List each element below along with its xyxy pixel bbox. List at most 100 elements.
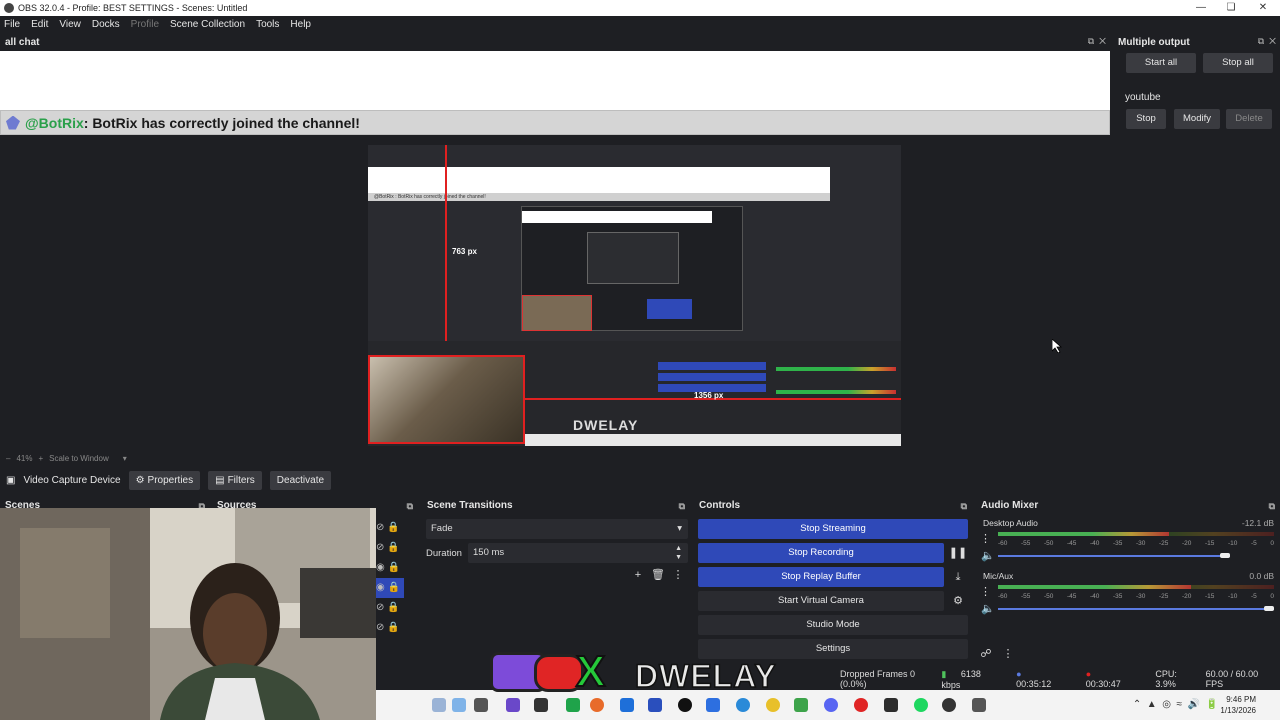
discord-icon[interactable]	[824, 698, 838, 712]
speaker-icon[interactable]: 🔈	[980, 546, 996, 566]
filters-button[interactable]: ▤ Filters	[208, 470, 262, 490]
taskbar-clock[interactable]: 9:46 PM 1/13/2026	[1220, 694, 1256, 716]
output-modify-button[interactable]: Modify	[1174, 109, 1220, 129]
preview-chat-message: @BotRix : BotRix has correctly joined th…	[368, 193, 830, 201]
app-icon[interactable]	[534, 698, 548, 712]
chrome-icon[interactable]	[766, 698, 780, 712]
zoom-in-icon[interactable]: +	[38, 454, 43, 463]
volume-knob[interactable]	[1264, 606, 1274, 611]
close-icon[interactable]: ✕	[1248, 0, 1278, 16]
preview-canvas[interactable]: @BotRix : BotRix has correctly joined th…	[368, 145, 901, 446]
start-all-button[interactable]: Start all	[1126, 53, 1196, 73]
speaker-icon[interactable]: 🔈	[980, 599, 996, 619]
bitrate: ▮ 6138 kbps	[941, 668, 981, 690]
app-icon[interactable]	[972, 698, 986, 712]
menu-view[interactable]: View	[59, 19, 81, 30]
output-stop-button[interactable]: Stop	[1126, 109, 1166, 129]
menu-tools[interactable]: Tools	[256, 19, 279, 30]
firefox-icon[interactable]	[590, 698, 604, 712]
spotify-icon[interactable]	[914, 698, 928, 712]
audio-level-meter	[998, 585, 1192, 589]
app-icon[interactable]	[506, 698, 520, 712]
preview-meter	[776, 390, 896, 394]
transition-select[interactable]: Fade ▾	[426, 519, 688, 539]
app-icon[interactable]	[794, 698, 808, 712]
zoom-out-icon[interactable]: –	[6, 454, 10, 463]
properties-button[interactable]: ⚙ Properties	[128, 470, 201, 490]
volume-slider[interactable]	[998, 608, 1274, 610]
scene-transitions-dock: Scene Transitions ⧉ Fade ▾ Duration 150 m…	[422, 498, 690, 670]
deactivate-button[interactable]: Deactivate	[269, 470, 332, 490]
multiple-output-controls[interactable]: ⧉ ✕	[1258, 36, 1276, 47]
spinner-icon[interactable]: ▲ ▼	[675, 544, 682, 562]
bot-badge-icon	[6, 115, 20, 130]
x-logo-icon: X	[575, 647, 606, 697]
menu-file[interactable]: File	[4, 19, 20, 30]
app-icon[interactable]	[566, 698, 580, 712]
preview-overlay-logo: DWELAY	[573, 417, 639, 433]
obs-taskbar-icon[interactable]	[942, 698, 956, 712]
window-title: OBS 32.0.4 - Profile: BEST SETTINGS - Sc…	[18, 3, 248, 13]
preview-webcam-source[interactable]	[368, 355, 525, 444]
start-virtual-camera-button[interactable]: Start Virtual Camera	[698, 591, 944, 611]
app-icon[interactable]	[648, 698, 662, 712]
mixer-link-icon[interactable]: ☍	[976, 644, 996, 664]
zoom-mode[interactable]: Scale to Window	[49, 454, 109, 463]
menu-help[interactable]: Help	[290, 19, 311, 30]
duration-input[interactable]: 150 ms ▲ ▼	[468, 543, 688, 563]
chat-dock-controls[interactable]: ⧉ ✕	[1088, 36, 1106, 47]
status-bar: Dropped Frames 0 (0.0%) ▮ 6138 kbps ● 00…	[840, 669, 1280, 690]
output-delete-button[interactable]: Delete	[1226, 109, 1272, 129]
add-transition-icon[interactable]: +	[628, 565, 648, 585]
app-icon[interactable]	[474, 698, 488, 712]
gear-icon[interactable]: ⚙	[948, 591, 968, 611]
menu-scene-collection[interactable]: Scene Collection	[170, 19, 245, 30]
app-icon[interactable]	[884, 698, 898, 712]
restore-icon[interactable]: ❏	[1216, 0, 1246, 16]
eye-hidden-icon[interactable]: ⊘ 🔒	[376, 598, 404, 618]
eye-icon[interactable]: ◉ 🔒	[376, 558, 404, 578]
audio-level-meter	[998, 532, 1170, 536]
dropbox-icon[interactable]	[706, 698, 720, 712]
studio-mode-button[interactable]: Studio Mode	[698, 615, 968, 635]
zoom-dropdown-icon[interactable]: ▾	[123, 454, 127, 463]
controls-title: Controls ⧉	[699, 500, 967, 511]
app-icon[interactable]	[620, 698, 634, 712]
mixer-menu-icon[interactable]: ⋮	[998, 644, 1018, 664]
trash-icon[interactable]: 🗑	[648, 565, 668, 585]
file-explorer-icon[interactable]	[432, 698, 446, 712]
eye-hidden-icon[interactable]: ⊘ 🔒	[376, 618, 404, 638]
eye-icon[interactable]: ◉ 🔒	[376, 578, 404, 598]
system-tray[interactable]: ⌃ ▲ ◎ ≈ 🔊 🔋	[1133, 690, 1218, 720]
record-time: ● 00:30:47	[1085, 669, 1121, 689]
preview-meter	[776, 367, 896, 371]
volume-knob[interactable]	[1219, 553, 1230, 558]
edge-icon[interactable]	[736, 698, 750, 712]
tiktok-icon[interactable]	[678, 698, 692, 712]
zoom-level: 41%	[16, 453, 33, 463]
signal-icon: ▮	[941, 668, 947, 679]
streamer-name: DWELAY	[634, 657, 777, 695]
chat-browser-area	[0, 51, 1110, 110]
app-icon[interactable]	[452, 698, 466, 712]
menu-bar: File Edit View Docks Profile Scene Colle…	[0, 16, 1280, 33]
opera-icon[interactable]	[854, 698, 868, 712]
menu-profile[interactable]: Profile	[131, 19, 159, 30]
eye-hidden-icon[interactable]: ⊘ 🔒	[376, 538, 404, 558]
pause-icon[interactable]: ❚❚	[948, 543, 968, 563]
save-replay-icon[interactable]: ⤓	[948, 567, 968, 587]
chevron-down-icon: ▾	[677, 523, 682, 534]
more-options-icon[interactable]: ⋮	[668, 565, 688, 585]
stop-recording-button[interactable]: Stop Recording	[698, 543, 944, 563]
minimize-icon[interactable]: —	[1186, 0, 1216, 16]
stop-replay-buffer-button[interactable]: Stop Replay Buffer	[698, 567, 944, 587]
zoom-bar: – 41% + Scale to Window ▾	[0, 452, 1280, 464]
clock-time: 9:46 PM	[1226, 695, 1256, 704]
stop-all-button[interactable]: Stop all	[1203, 53, 1273, 73]
menu-edit[interactable]: Edit	[31, 19, 48, 30]
eye-hidden-icon[interactable]: ⊘ 🔒	[376, 518, 404, 538]
menu-docks[interactable]: Docks	[92, 19, 120, 30]
stop-streaming-button[interactable]: Stop Streaming	[698, 519, 968, 539]
source-context-bar: ▣ Video Capture Device ⚙ Properties ▤ Fi…	[0, 469, 1280, 491]
volume-slider[interactable]	[998, 555, 1230, 557]
